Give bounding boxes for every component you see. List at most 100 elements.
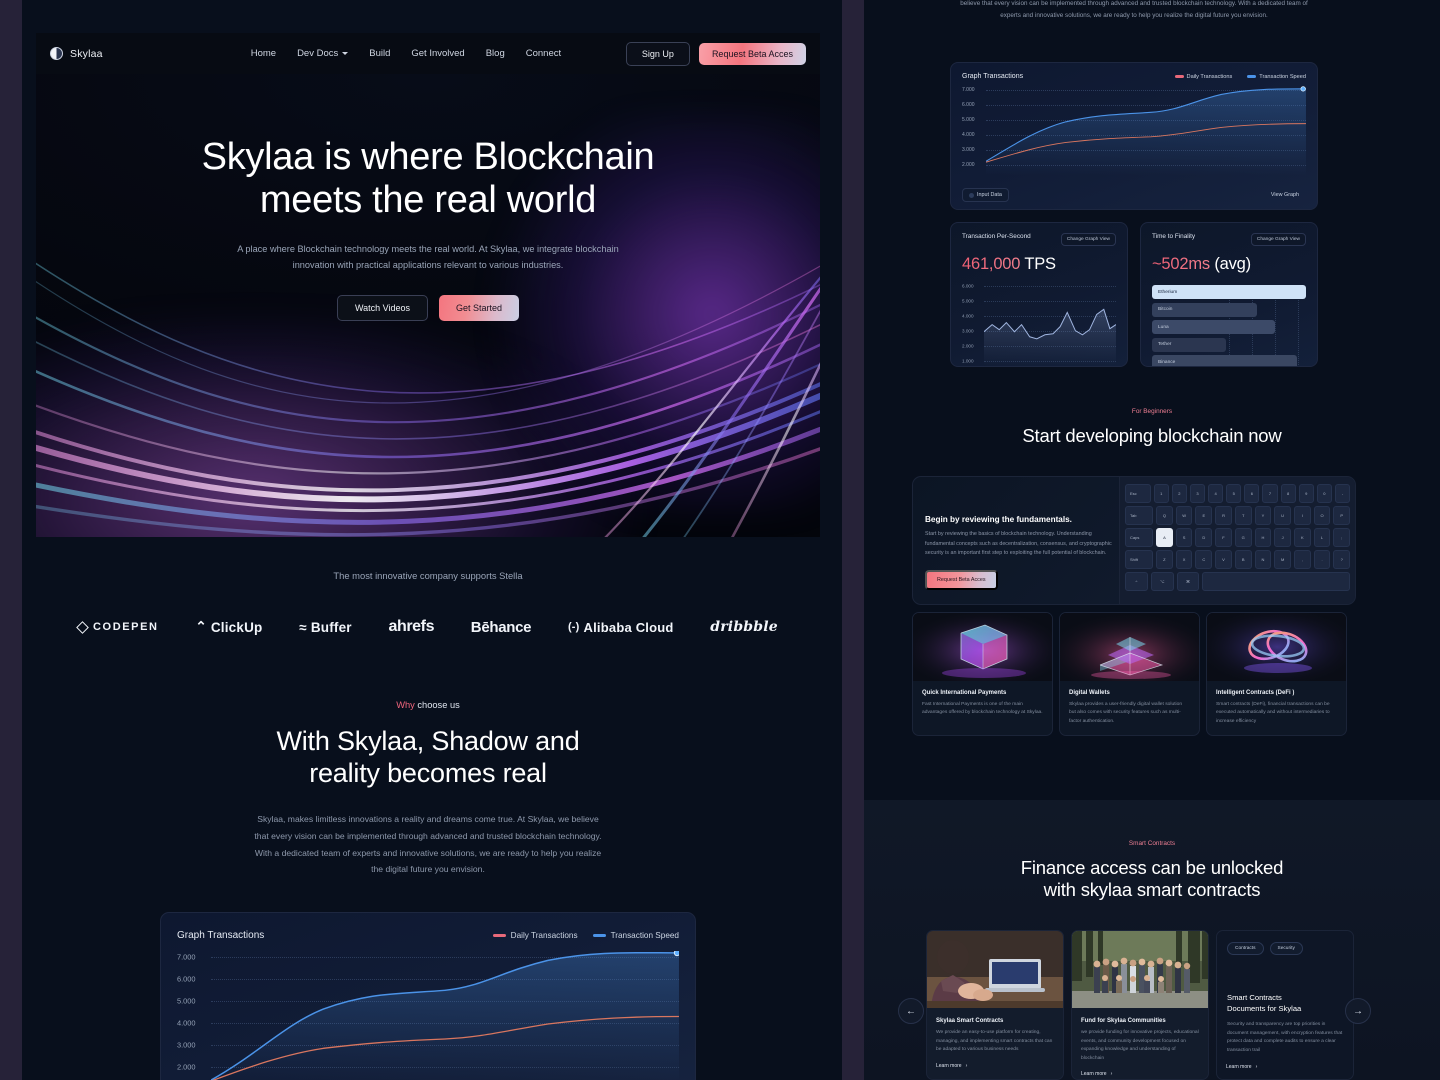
tag-security[interactable]: Security (1269, 942, 1303, 955)
key-u[interactable]: U (1274, 506, 1291, 525)
key-5[interactable]: 5 (1226, 484, 1242, 503)
key-7[interactable]: 7 (1262, 484, 1278, 503)
logo-dribbble: dribbble (710, 619, 778, 635)
nav-item-dev-docs[interactable]: Dev Docs (297, 48, 349, 59)
nav-label: Dev Docs (297, 48, 339, 59)
key-control[interactable]: ^ (1125, 572, 1148, 591)
view-graph-button[interactable]: View Graph (1264, 188, 1306, 202)
y-tick: 3.000 (962, 147, 975, 153)
key-l[interactable]: L (1313, 528, 1331, 547)
glass-rings-icon (1207, 613, 1346, 681)
input-data-label: Input Data (977, 192, 1002, 198)
key-p[interactable]: P (1333, 506, 1351, 525)
group-photo-graphic (1072, 931, 1208, 1008)
buffer-stack-icon: ≈ (299, 619, 307, 635)
bar-label: Binance (1158, 359, 1176, 365)
key-z[interactable]: Z (1156, 550, 1173, 569)
key-y[interactable]: Y (1254, 506, 1272, 525)
why-title-line2: reality becomes real (309, 757, 547, 788)
key-s[interactable]: S (1175, 528, 1193, 547)
key-slash[interactable]: ? (1333, 550, 1351, 569)
finality-value-unit: (avg) (1209, 255, 1251, 273)
carousel-card-skylaa-smart-contracts[interactable]: Skylaa Smart Contracts We provide an eas… (926, 930, 1064, 1080)
partner-logos-caption: The most innovative company supports Ste… (333, 570, 523, 581)
input-data-button[interactable]: Input Data (962, 188, 1009, 202)
sign-up-button[interactable]: Sign Up (625, 41, 690, 66)
key-6[interactable]: 6 (1244, 484, 1260, 503)
key-tab[interactable]: Tab (1125, 506, 1154, 525)
y-tick: 4.000 (962, 132, 975, 138)
learn-more-link[interactable]: Learn more › (1226, 1064, 1344, 1070)
get-started-button[interactable]: Get Started (439, 294, 520, 321)
nav-item-connect[interactable]: Connect (526, 48, 561, 59)
nav-item-blog[interactable]: Blog (486, 48, 505, 59)
key-4[interactable]: 4 (1208, 484, 1224, 503)
nav-item-home[interactable]: Home (251, 48, 276, 59)
key-2[interactable]: 2 (1171, 484, 1187, 503)
key-o[interactable]: O (1313, 506, 1331, 525)
key-b[interactable]: B (1234, 550, 1252, 569)
key-command[interactable]: ⌘ (1176, 572, 1200, 591)
change-graph-view-button[interactable]: Change Graph View (1250, 233, 1306, 246)
tps-plot-area: 6.000 5.000 4.000 3.000 2.000 1.000 (962, 283, 1116, 366)
nav-item-build[interactable]: Build (369, 48, 390, 59)
key-v[interactable]: V (1215, 550, 1232, 569)
key-a[interactable]: A (1156, 528, 1173, 547)
key-w[interactable]: W (1175, 506, 1193, 525)
key-0[interactable]: 0 (1316, 484, 1332, 503)
carousel-card-documents[interactable]: Contracts Security Smart Contracts Docum… (1216, 930, 1354, 1080)
carousel-next-button[interactable]: → (1345, 998, 1371, 1024)
request-beta-access-button-panel[interactable]: Request Beta Acces (925, 569, 998, 590)
carousel-prev-button[interactable]: ← (898, 998, 924, 1024)
key-n[interactable]: N (1254, 550, 1272, 569)
key-i[interactable]: I (1293, 506, 1311, 525)
key-d[interactable]: D (1195, 528, 1213, 547)
key-comma[interactable]: , (1293, 550, 1311, 569)
key-shift[interactable]: Shift (1125, 550, 1154, 569)
key-r[interactable]: R (1215, 506, 1232, 525)
key-x[interactable]: X (1175, 550, 1193, 569)
key-m[interactable]: M (1274, 550, 1291, 569)
brand-logo[interactable]: Skylaa (50, 47, 103, 60)
key-minus[interactable]: - (1334, 484, 1351, 503)
y-tick: 6.000 (962, 283, 974, 289)
stat-title: Transaction Per-Second (962, 233, 1031, 240)
watch-videos-button[interactable]: Watch Videos (336, 294, 428, 321)
key-t[interactable]: T (1234, 506, 1252, 525)
request-beta-access-button[interactable]: Request Beta Acces (698, 42, 806, 65)
key-semicolon[interactable]: ; (1333, 528, 1351, 547)
carousel-card-fund-for-communities[interactable]: Fund for Skylaa Communities we provide f… (1071, 930, 1209, 1080)
feature-card-quick-payments[interactable]: Quick International Payments Fast Intern… (912, 612, 1053, 737)
x-tick: Lun (1046, 366, 1054, 367)
nav-item-get-involved[interactable]: Get Involved (411, 48, 464, 59)
key-e[interactable]: E (1195, 506, 1213, 525)
change-graph-view-button[interactable]: Change Graph View (1060, 233, 1116, 246)
key-3[interactable]: 3 (1189, 484, 1206, 503)
key-c[interactable]: C (1195, 550, 1213, 569)
fundamentals-body: Start by reviewing the basics of blockch… (925, 531, 1112, 557)
key-f[interactable]: F (1215, 528, 1232, 547)
key-9[interactable]: 9 (1298, 484, 1314, 503)
key-q[interactable]: Q (1156, 506, 1173, 525)
key-esc[interactable]: Esc (1125, 484, 1151, 503)
chevron-right-icon: › (965, 1062, 968, 1069)
graph-transactions-card-large: Graph Transactions Daily Transactions Tr… (160, 912, 696, 1080)
key-space[interactable] (1202, 572, 1350, 591)
key-1[interactable]: 1 (1153, 484, 1169, 503)
key-h[interactable]: H (1254, 528, 1272, 547)
learn-more-link[interactable]: Learn more › (936, 1063, 1054, 1069)
logo-label: Buffer (310, 619, 352, 635)
key-k[interactable]: K (1293, 528, 1311, 547)
key-8[interactable]: 8 (1280, 484, 1296, 503)
key-period[interactable]: . (1313, 550, 1331, 569)
key-caps[interactable]: Caps (1125, 528, 1154, 547)
learn-more-link[interactable]: Learn more › (1081, 1071, 1199, 1077)
people-laptop-photo (927, 931, 1063, 1008)
key-g[interactable]: G (1234, 528, 1252, 547)
tag-contracts[interactable]: Contracts (1227, 942, 1264, 955)
key-option[interactable]: ⌥ (1150, 572, 1174, 591)
key-j[interactable]: J (1274, 528, 1291, 547)
feature-card-intelligent-contracts[interactable]: Intelligent Contracts (DeFi ) Smart cont… (1206, 612, 1347, 737)
feature-card-digital-wallets[interactable]: Digital Wallets Skylaa provides a user-f… (1059, 612, 1200, 737)
legend-label: Transaction Speed (1259, 73, 1306, 80)
